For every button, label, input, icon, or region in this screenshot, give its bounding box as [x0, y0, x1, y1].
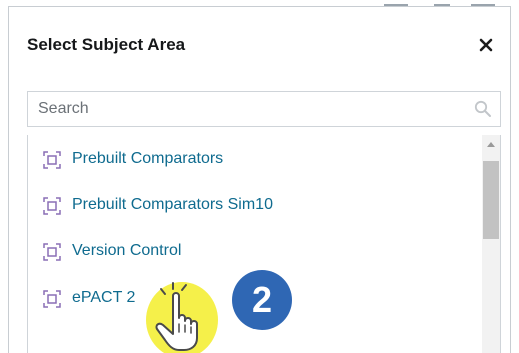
- subject-area-icon: [43, 151, 61, 169]
- search-input[interactable]: [28, 92, 468, 126]
- list-item-version-control[interactable]: Version Control: [28, 237, 468, 267]
- close-icon: [479, 38, 493, 52]
- dialog-header: Select Subject Area: [9, 7, 510, 75]
- chevron-up-icon: [487, 142, 495, 147]
- hand-pointer-icon: [146, 282, 218, 353]
- scroll-up-button[interactable]: [482, 135, 500, 153]
- list-item-prebuilt-comparators[interactable]: Prebuilt Comparators: [28, 145, 468, 175]
- subject-area-icon: [43, 290, 61, 308]
- subject-area-icon: [43, 197, 61, 215]
- scroll-thumb[interactable]: [483, 161, 499, 239]
- list-item-label: ePACT 2: [72, 289, 136, 306]
- list-item-label: Prebuilt Comparators: [72, 150, 224, 167]
- page: Select Subject Area Prebuilt Comparators: [0, 0, 519, 353]
- subject-area-icon: [43, 243, 61, 261]
- step-number-badge: 2: [232, 270, 292, 330]
- list-item-prebuilt-comparators-sim10[interactable]: Prebuilt Comparators Sim10: [28, 191, 468, 221]
- dialog-title: Select Subject Area: [27, 35, 186, 54]
- step-number: 2: [251, 279, 273, 320]
- list-scrollbar[interactable]: [482, 135, 500, 353]
- search-icon[interactable]: [474, 100, 492, 118]
- search-box: [27, 91, 501, 127]
- close-button[interactable]: [472, 31, 500, 59]
- list-item-label: Version Control: [72, 242, 182, 259]
- list-item-label: Prebuilt Comparators Sim10: [72, 196, 273, 213]
